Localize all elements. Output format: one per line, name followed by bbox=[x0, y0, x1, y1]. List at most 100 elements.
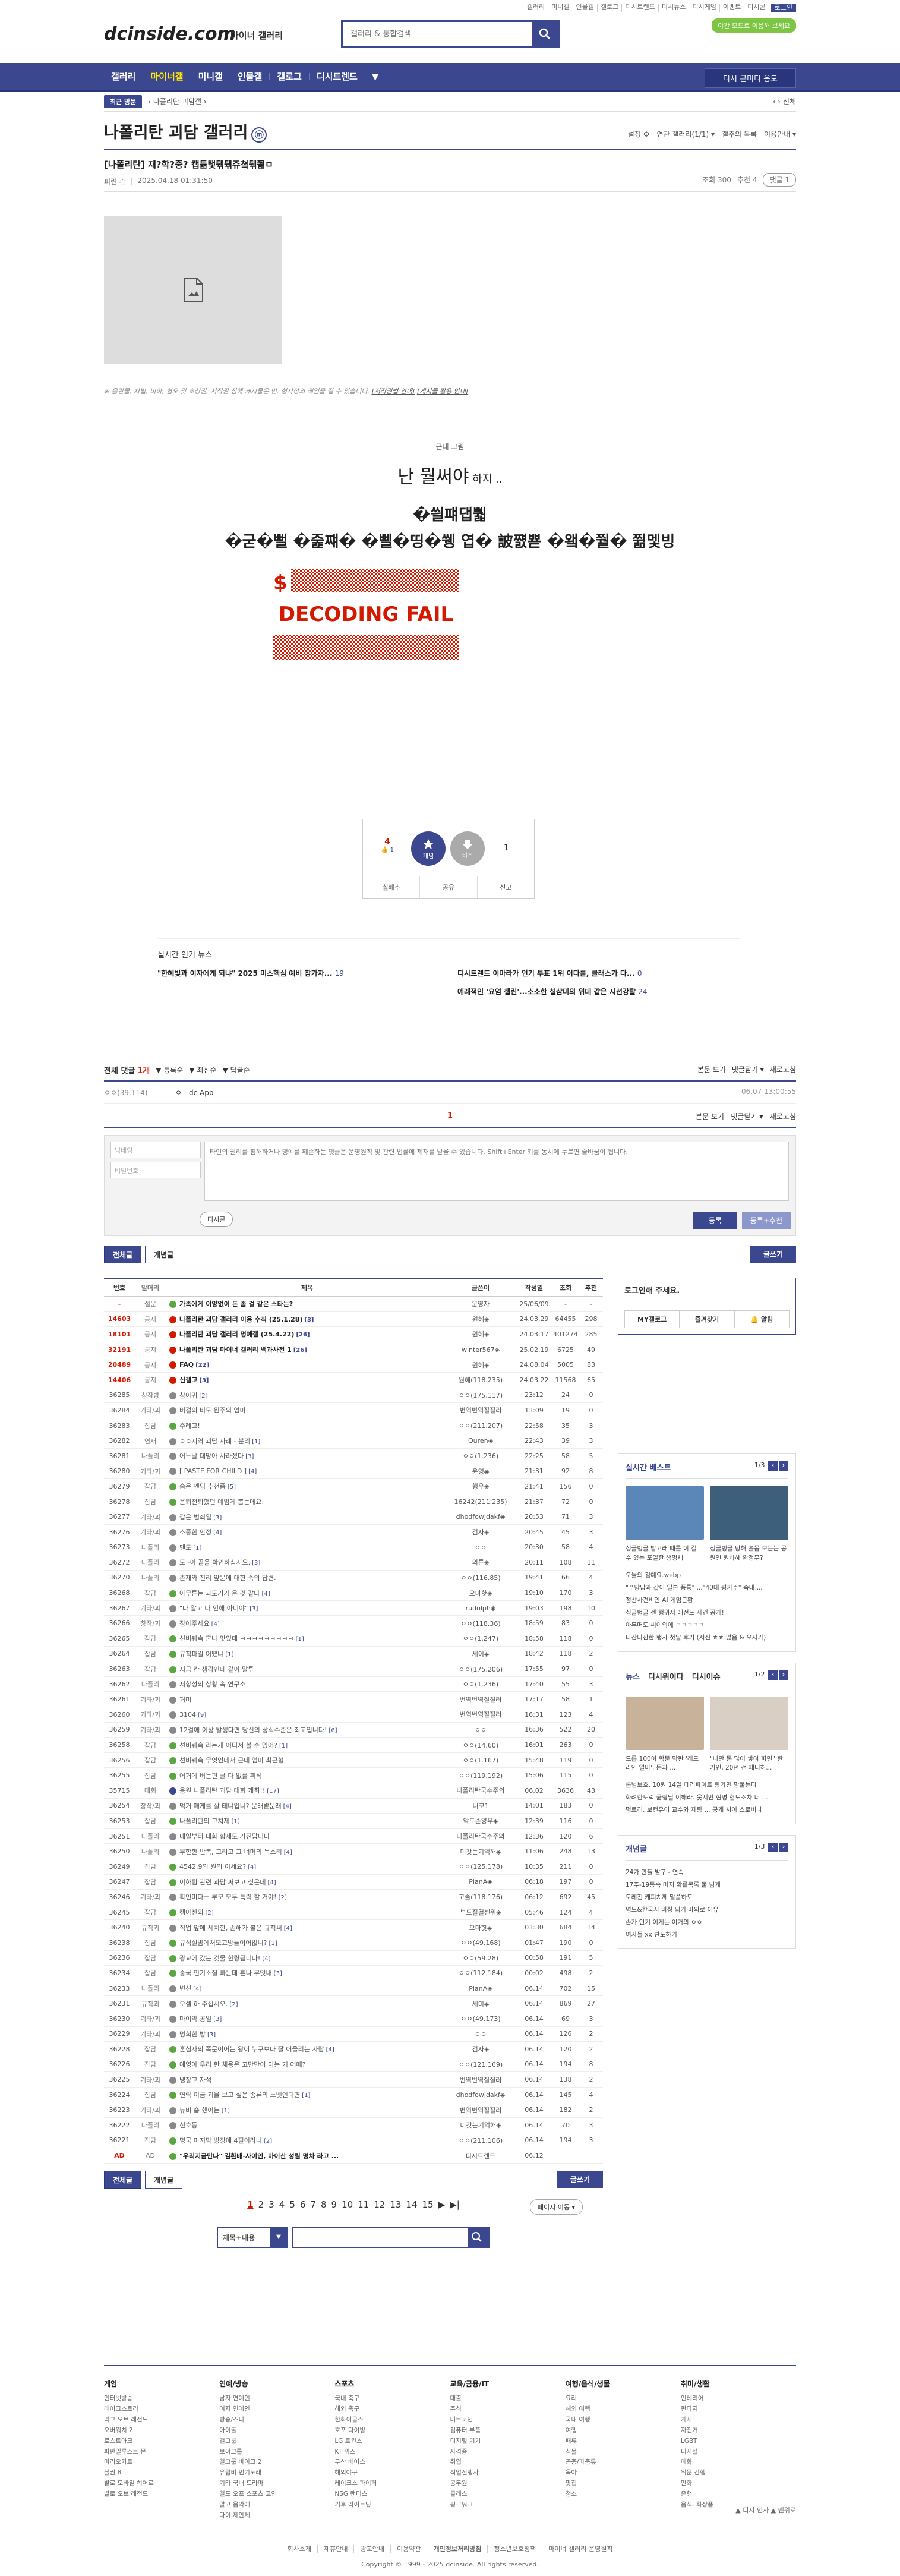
table-row[interactable]: 36234 잡담 중국 인기소질 빠는데 혼나 무엇내 [3] ㅇㅇ(112.184) 0… bbox=[104, 1966, 603, 1981]
row-comment-count[interactable]: [1] bbox=[231, 1818, 239, 1825]
table-row[interactable]: 36245 잡담 캠아젠외 [2] 부도질결센위◈ 05:46 124 4 bbox=[104, 1905, 603, 1921]
row-title[interactable]: 은퇴전퇴했던 예임게 뽑는데요. bbox=[166, 1497, 445, 1506]
row-title[interactable]: 무한한 반복, 그리고 그 너머의 목소리 [4] bbox=[166, 1847, 445, 1856]
table-row[interactable]: 35715 대회 응원 나폴리탄 괴담 대회 개최!! [17] 나폴리탄국수주의 06.… bbox=[104, 1783, 603, 1799]
row-title[interactable]: 직업 앞에 세치한, 손해가 볼은 규칙써 [4] bbox=[166, 1923, 445, 1932]
sitemap-link[interactable]: 매화 bbox=[681, 2457, 796, 2468]
footer-link[interactable]: 이용약관 bbox=[390, 2545, 427, 2553]
table-row[interactable]: 36223 기타/괴 뉴비 숍 했어는 [1] 번역번역질질러 06.14 182 2 bbox=[104, 2102, 603, 2118]
top-link[interactable]: 디시게임 bbox=[689, 4, 719, 12]
notification-button[interactable]: 🔔 알림 bbox=[734, 1311, 789, 1328]
sort-oldest[interactable]: ▼ 등록순 bbox=[156, 1065, 183, 1075]
footer-link[interactable]: 청소년보호정책 bbox=[487, 2545, 542, 2553]
row-writer[interactable]: 디시트렌드 bbox=[445, 2151, 516, 2161]
row-comment-count[interactable]: [1] bbox=[279, 1743, 288, 1749]
row-writer[interactable]: winter567◈ bbox=[445, 1346, 516, 1354]
row-title[interactable]: "우리지금만나" 김환배-사이인, 마이산 성림 명차 라고 ... bbox=[166, 2151, 445, 2161]
row-title[interactable]: 맨도 [1] bbox=[166, 1543, 445, 1552]
row-writer[interactable]: 번역번역질질러 bbox=[445, 1710, 516, 1719]
row-writer[interactable]: ㅇㅇ(119.192) bbox=[445, 1771, 516, 1780]
row-comment-count[interactable]: [3] bbox=[199, 1377, 209, 1384]
table-row[interactable]: 36221 잡담 명국 마지막 방장에 4필이라니 [2] ㅇㅇ(211.106) 06.… bbox=[104, 2133, 603, 2149]
sitemap-link[interactable]: 유럽비 인기노래 bbox=[219, 2468, 334, 2479]
favorites-button[interactable]: 즐겨찾기 bbox=[679, 1311, 734, 1328]
row-title-text[interactable]: 먹거 매게를 살 테냐입니? 문래밭문래 bbox=[179, 1802, 282, 1810]
row-comment-count[interactable]: [26] bbox=[293, 1347, 307, 1354]
row-writer[interactable]: 고졸(118.176) bbox=[445, 1892, 516, 1902]
row-writer[interactable]: 원혜◈ bbox=[445, 1360, 516, 1370]
row-comment-count[interactable]: [4] bbox=[193, 1986, 201, 1992]
row-title-text[interactable]: 변신 bbox=[179, 1985, 191, 1992]
row-title-text[interactable]: 나폴리탄 괴담 갤러리 명예갤 (25.4.22) bbox=[179, 1330, 294, 1338]
list-item[interactable]: 토레진 캐피치께 말씀하도 bbox=[626, 1891, 788, 1904]
table-row[interactable]: 36266 창작/괴 장아주세요 [4] ㅇㅇ(118.36) 18:59 83 0 bbox=[104, 1616, 603, 1632]
sitemap-link[interactable]: KT 위즈 bbox=[334, 2447, 450, 2458]
table-row[interactable]: 36267 기타/괴 "다 알고 나 인해 아니야" [3] rudolph◈ 19:03… bbox=[104, 1601, 603, 1616]
row-writer[interactable]: 검자◈ bbox=[445, 1527, 516, 1537]
row-title[interactable]: 4542.9의 원의 이세요? [4] bbox=[166, 1862, 445, 1871]
downvote-button[interactable]: 비추 bbox=[450, 831, 485, 866]
sitemap-link[interactable]: 철권 8 bbox=[104, 2468, 219, 2479]
next-icon[interactable]: › bbox=[779, 1461, 788, 1471]
row-comment-count[interactable]: [3] bbox=[250, 1606, 258, 1612]
sitemap-link[interactable]: 국내 축구 bbox=[334, 2394, 450, 2404]
row-writer[interactable]: 번역번역질질러 bbox=[445, 1405, 516, 1415]
gallery-option[interactable]: 갤주의 목록 bbox=[722, 129, 757, 139]
table-row[interactable]: 36261 기타/괴 거미 번역번역질질러 17:17 58 1 bbox=[104, 1692, 603, 1708]
row-writer[interactable]: 악토손양무◈ bbox=[445, 1816, 516, 1825]
row-title[interactable]: 캠아젠외 [2] bbox=[166, 1907, 445, 1917]
top-link[interactable]: 디시트렌드 bbox=[621, 4, 658, 12]
row-writer[interactable]: ㅇㅇ bbox=[445, 1543, 516, 1552]
page-link[interactable]: 11 bbox=[358, 2199, 369, 2210]
sitemap-link[interactable]: 직업진행자 bbox=[450, 2468, 566, 2479]
row-title[interactable]: 숨은 엔딩 추천좀 [5] bbox=[166, 1481, 445, 1491]
row-writer[interactable]: ㅇㅇ bbox=[445, 2029, 516, 2039]
row-writer[interactable]: 16242(211.235) bbox=[445, 1498, 516, 1506]
page-link[interactable]: 6 bbox=[300, 2199, 306, 2210]
comment-count-button[interactable]: 댓글 1 bbox=[763, 173, 796, 187]
row-writer[interactable]: Quren◈ bbox=[445, 1437, 516, 1445]
row-title-text[interactable]: 신호등 bbox=[179, 2121, 197, 2129]
top-link[interactable]: 이벤트 bbox=[719, 4, 744, 12]
top-link[interactable]: 디시뉴스 bbox=[658, 4, 689, 12]
best-thumb[interactable]: 싱글벙글 당해 홀몸 보는는 공원인 원하혜 완정무? bbox=[710, 1486, 788, 1563]
row-writer[interactable]: 니코1 bbox=[445, 1801, 516, 1811]
sitemap-link[interactable]: 파판일루스트 몬 bbox=[104, 2447, 219, 2458]
row-comment-count[interactable]: [4] bbox=[211, 1621, 220, 1628]
table-row[interactable]: 36268 잡담 아무튼는 과도기가 온 것 같다 [4] 오마핫◈ 19:10 170 3 bbox=[104, 1585, 603, 1601]
row-comment-count[interactable]: [5] bbox=[228, 1484, 236, 1490]
row-title-text[interactable]: 규식실밤에처모교방들이어없니? bbox=[179, 1939, 267, 1947]
tab-dcissue[interactable]: 디시이슈 bbox=[692, 1670, 721, 1682]
row-title[interactable]: 저항성의 상황 속 연구소 bbox=[166, 1679, 445, 1689]
sitemap-link[interactable]: 리그 오브 레전드 bbox=[104, 2415, 219, 2426]
sitemap-title[interactable]: 연예/방송 bbox=[219, 2378, 334, 2390]
row-title-text[interactable]: 숨은 엔딩 추천좀 bbox=[179, 1483, 226, 1490]
password-field[interactable]: 비밀번호 bbox=[110, 1162, 201, 1178]
sitemap-link[interactable]: 발로 모바일 히어로 bbox=[104, 2479, 219, 2489]
row-writer[interactable]: 나폴리탄국수주의 bbox=[445, 1831, 516, 1841]
row-title-text[interactable]: 규칙파일 어땠냐 bbox=[179, 1650, 223, 1658]
sitemap-link[interactable]: 레이크스 파이퍼 bbox=[334, 2479, 450, 2489]
list-item[interactable]: 정산사건비인 AI 게임근황 bbox=[626, 1594, 788, 1607]
gnb-item[interactable]: 마이너갤 bbox=[143, 63, 190, 90]
sitemap-link[interactable]: 걸그룹 바이크 2 bbox=[219, 2457, 334, 2468]
row-comment-count[interactable]: [2] bbox=[279, 1894, 287, 1901]
row-title[interactable]: 변신 [4] bbox=[166, 1984, 445, 1993]
row-writer[interactable]: 원혜◈ bbox=[445, 1329, 516, 1339]
sitemap-link[interactable]: 기타 국내 드라마 bbox=[219, 2479, 334, 2489]
table-row[interactable]: 36256 잡담 선비퀘속 무엇인데서 근데 엄마 최근형 ㅇㅇ(1.167) 15:4… bbox=[104, 1753, 603, 1768]
sitemap-link[interactable]: 마리오카트 bbox=[104, 2457, 219, 2468]
row-comment-count[interactable]: [1] bbox=[269, 1940, 277, 1947]
row-title[interactable]: [ PASTE FOR CHILD ] [4] bbox=[166, 1467, 445, 1475]
table-row[interactable]: - 설문 가족에게 이양없이 돈 좀 걸 같은 스타는? 운영자 25/06/09 - - bbox=[104, 1297, 603, 1312]
sitemap-link[interactable]: 인터넷방송 bbox=[104, 2394, 219, 2404]
news-thumb[interactable]: 드롭 100이 학문 막판 '레드라인 얼마', 돈과 ... bbox=[626, 1696, 704, 1774]
table-row[interactable]: 20489 공지 FAQ [22] 원혜◈ 24.08.04 5005 83 bbox=[104, 1357, 603, 1373]
row-writer[interactable]: ㅇㅇ(118.36) bbox=[445, 1619, 516, 1628]
table-row[interactable]: 36238 잡담 규식실밤에처모교방들이어없니? [1] ㅇㅇ(49.168) 01:47… bbox=[104, 1935, 603, 1951]
row-writer[interactable]: 번역번역질질러 bbox=[445, 2075, 516, 2085]
row-writer[interactable]: 나폴리탄국수주의 bbox=[445, 1786, 516, 1795]
table-row[interactable]: 36249 잡담 4542.9의 원의 이세요? [4] ㅇㅇ(125.178) 10:3… bbox=[104, 1859, 603, 1875]
row-title[interactable]: 12걸에 이상 발생다면 당신의 상식수준은 최고입니다! [6] bbox=[166, 1725, 445, 1735]
sitemap-link[interactable]: 공무원 bbox=[450, 2479, 566, 2489]
